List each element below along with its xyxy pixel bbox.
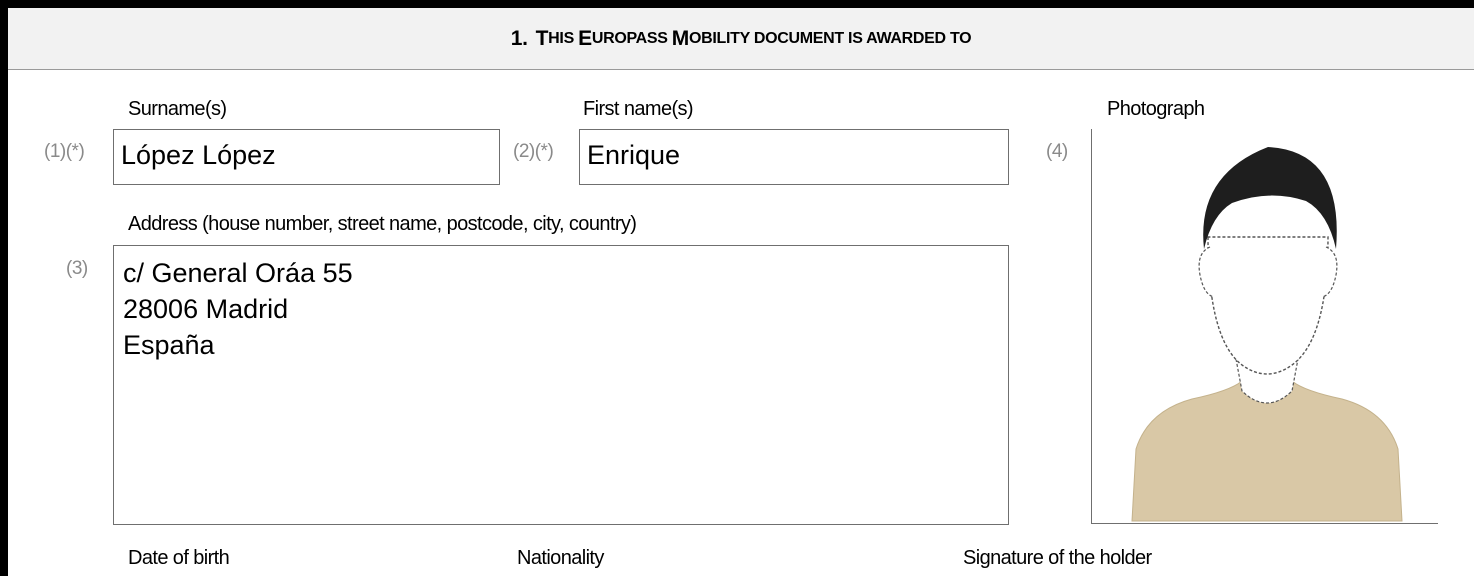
photograph-field-number: (4) [1046,141,1068,162]
left-border [0,0,8,576]
section-title-part: HIS [548,29,579,47]
address-field-number: (3) [66,258,88,279]
surname-field-number: (1)(*) [44,141,85,162]
nationality-label: Nationality [517,547,604,569]
signature-label: Signature of the holder [963,547,1152,569]
address-line: 28006 Madrid [123,294,289,324]
section-title-part: M [671,26,690,50]
date-of-birth-label: Date of birth [128,547,230,569]
section-title-part: OBILITY DOCUMENT IS AWARDED TO [689,29,972,47]
europass-mobility-form: 1. T HIS E UROPASS M OBILITY DOCUMENT IS… [0,0,1474,576]
top-border [0,0,1474,8]
first-name-label: First name(s) [583,98,694,120]
section-title-part: UROPASS [591,29,672,47]
address-line: c/ General Oráa 55 [123,258,353,288]
section-title-part: T [535,26,549,50]
first-name-field-number: (2)(*) [513,141,554,162]
surname-field[interactable]: López López [113,129,500,185]
section-number: 1. [510,26,528,50]
address-field[interactable]: c/ General Oráa 55 28006 Madrid España [113,245,1009,525]
photograph-frame[interactable] [1091,129,1438,524]
section-header: 1. T HIS E UROPASS M OBILITY DOCUMENT IS… [8,8,1474,70]
section-title-part: E [578,26,592,50]
photograph-face [1207,236,1329,375]
first-name-field[interactable]: Enrique [579,129,1009,185]
address-line: España [123,330,215,360]
photograph-hair [1203,147,1337,249]
address-label: Address (house number, street name, post… [128,213,637,235]
surname-label: Surname(s) [128,98,227,120]
photograph-silhouette [1131,147,1403,522]
photograph-label: Photograph [1107,98,1205,120]
